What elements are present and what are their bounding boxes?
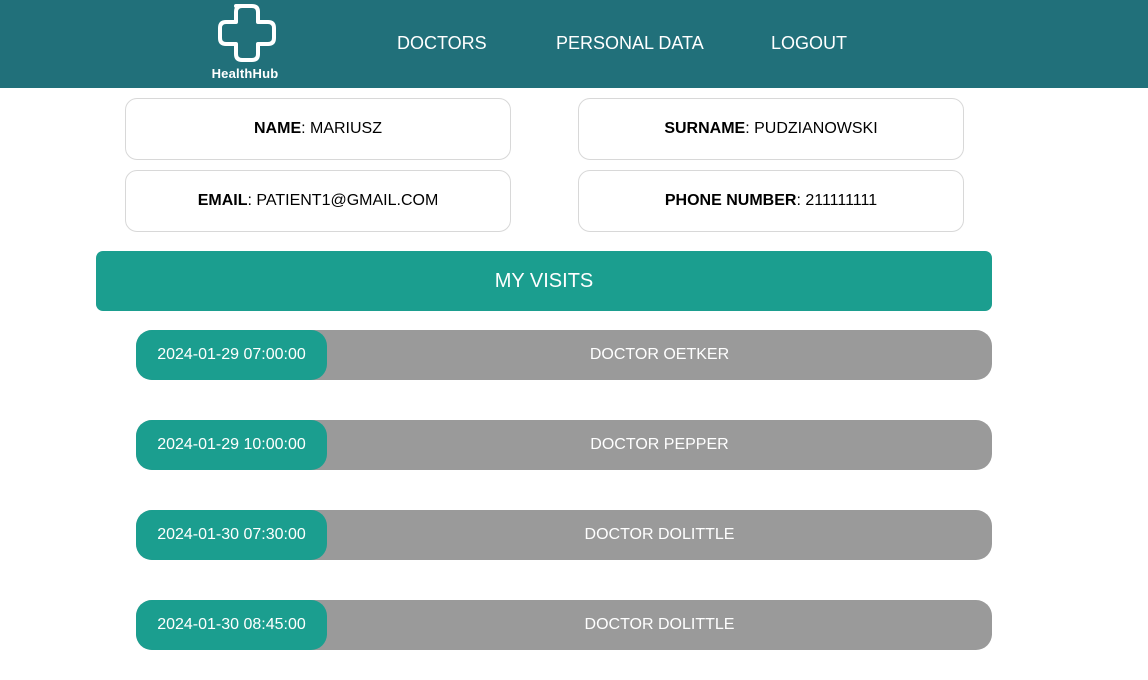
- nav-doctors[interactable]: DOCTORS: [397, 32, 487, 54]
- nav-personal-data[interactable]: PERSONAL DATA: [556, 32, 704, 54]
- phone-card: PHONE NUMBER: 211111111: [578, 170, 964, 232]
- surname-card: SURNAME: PUDZIANOWSKI: [578, 98, 964, 160]
- name-value: MARIUSZ: [310, 120, 382, 137]
- visit-date: 2024-01-29 10:00:00: [136, 420, 327, 470]
- visit-doctor: DOCTOR PEPPER: [590, 436, 729, 453]
- visit-item[interactable]: 2024-01-29 07:00:00 DOCTOR OETKER: [136, 330, 992, 380]
- visit-item[interactable]: 2024-01-30 07:30:00 DOCTOR DOLITTLE: [136, 510, 992, 560]
- surname-label: SURNAME: [664, 120, 746, 137]
- email-card: EMAIL: PATIENT1@GMAIL.COM: [125, 170, 511, 232]
- logo-text: HealthHub: [211, 66, 279, 81]
- logo[interactable]: HealthHub: [205, 2, 285, 82]
- phone-label: PHONE NUMBER: [664, 192, 797, 209]
- phone-value: 211111111: [805, 192, 878, 209]
- visit-date: 2024-01-30 08:45:00: [136, 600, 327, 650]
- visit-doctor: DOCTOR DOLITTLE: [584, 616, 735, 633]
- nav-logout[interactable]: LOGOUT: [771, 32, 847, 54]
- email-label: EMAIL: [197, 192, 248, 209]
- name-card: NAME: MARIUSZ: [125, 98, 511, 160]
- visit-doctor: DOCTOR DOLITTLE: [584, 526, 735, 543]
- email-value: PATIENT1@GMAIL.COM: [256, 192, 439, 209]
- visit-date: 2024-01-30 07:30:00: [136, 510, 327, 560]
- name-label: NAME: [254, 120, 302, 137]
- visit-doctor: DOCTOR OETKER: [589, 346, 730, 363]
- visit-date: 2024-01-29 07:00:00: [136, 330, 327, 380]
- surname-value: PUDZIANOWSKI: [754, 120, 878, 137]
- top-navbar: HealthHub DOCTORS PERSONAL DATA LOGOUT: [0, 0, 1148, 88]
- visit-item[interactable]: 2024-01-29 10:00:00 DOCTOR PEPPER: [136, 420, 992, 470]
- visit-item[interactable]: 2024-01-30 08:45:00 DOCTOR DOLITTLE: [136, 600, 992, 650]
- cross-icon: [218, 4, 276, 62]
- my-visits-header: MY VISITS: [96, 251, 992, 311]
